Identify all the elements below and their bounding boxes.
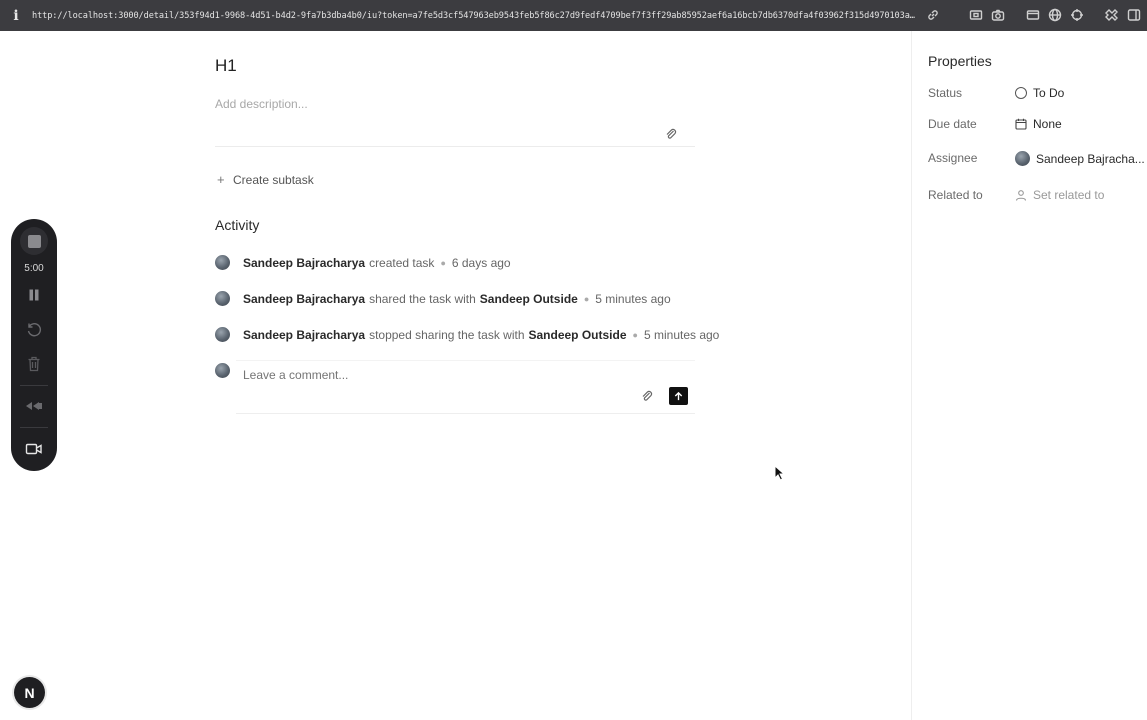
status-value: To Do	[1033, 86, 1065, 100]
arrow-up-icon	[674, 391, 683, 400]
app-badge[interactable]: N	[14, 677, 45, 708]
assignee-label: Assignee	[928, 151, 978, 165]
restart-icon	[27, 323, 42, 337]
properties-panel: Properties Status To Do Due date None As…	[911, 31, 1147, 720]
due-date-picker[interactable]: None	[1015, 117, 1062, 131]
activity-heading: Activity	[215, 217, 260, 233]
assignee-selector[interactable]: Sandeep Bajracha...	[1015, 151, 1145, 166]
assignee-value: Sandeep Bajracha...	[1036, 151, 1145, 166]
activity-actor: Sandeep Bajracharya	[243, 291, 366, 306]
activity-time: 5 minutes ago	[595, 291, 671, 306]
activity-item: Sandeep Bajracharya stopped sharing the …	[215, 327, 719, 342]
related-to-value: Set related to	[1033, 188, 1105, 202]
link-icon[interactable]	[926, 8, 940, 22]
calendar-icon	[1015, 118, 1027, 130]
effects-button[interactable]	[25, 400, 43, 412]
globe-icon[interactable]	[1048, 8, 1062, 22]
extensions-icon[interactable]	[1104, 8, 1118, 22]
activity-time: 6 days ago	[451, 255, 511, 270]
divider	[20, 427, 48, 428]
plus-icon: +	[217, 172, 225, 187]
avatar	[1015, 151, 1030, 166]
address-bar[interactable]: http://localhost:3000/detail/353f94d1-99…	[32, 11, 916, 21]
status-selector[interactable]: To Do	[1015, 86, 1064, 100]
screen-capture-icon[interactable]	[969, 8, 983, 22]
activity-target: Sandeep Outside	[528, 327, 627, 342]
avatar	[215, 255, 230, 270]
effects-icon	[26, 402, 42, 410]
browser-toolbar: i http://localhost:3000/detail/353f94d1-…	[0, 0, 1147, 31]
avatar	[215, 363, 230, 378]
pause-button[interactable]	[27, 288, 41, 302]
trash-icon	[28, 356, 40, 372]
create-subtask-button[interactable]: + Create subtask	[217, 172, 314, 187]
avatar	[215, 327, 230, 342]
activity-action: created task	[369, 255, 435, 270]
delete-button[interactable]	[27, 356, 41, 372]
activity-item: Sandeep Bajracharya shared the task with…	[215, 291, 671, 306]
stop-icon	[27, 234, 41, 248]
properties-heading: Properties	[928, 53, 992, 69]
info-icon[interactable]: i	[0, 0, 32, 31]
send-comment-button[interactable]	[669, 387, 688, 405]
pause-icon	[29, 289, 39, 301]
activity-target: Sandeep Outside	[479, 291, 578, 306]
status-circle-icon	[1015, 87, 1027, 99]
task-detail-main: H1 Add description... + Create subtask A…	[0, 31, 911, 720]
camera-toggle-button[interactable]	[25, 442, 43, 456]
person-icon	[1015, 189, 1027, 201]
activity-item: Sandeep Bajracharya created task ● 6 day…	[215, 255, 511, 270]
avatar	[215, 291, 230, 306]
mouse-cursor-icon	[774, 465, 786, 481]
restart-button[interactable]	[26, 322, 42, 338]
activity-time: 5 minutes ago	[643, 327, 720, 342]
video-camera-icon	[25, 443, 42, 455]
recording-timer: 5:00	[24, 263, 44, 274]
due-date-value: None	[1033, 117, 1062, 131]
description-field[interactable]: Add description...	[215, 97, 308, 111]
activity-action: stopped sharing the task with	[369, 327, 525, 342]
separator-dot: ●	[440, 257, 446, 268]
activity-action: shared the task with	[369, 291, 476, 306]
comment-box	[236, 360, 695, 414]
due-date-label: Due date	[928, 117, 977, 131]
sidebar-toggle-icon[interactable]	[1127, 8, 1141, 22]
crosshair-icon[interactable]	[1070, 8, 1084, 22]
divider	[215, 146, 695, 147]
related-to-selector[interactable]: Set related to	[1015, 188, 1104, 202]
related-to-label: Related to	[928, 188, 983, 202]
attachment-icon[interactable]	[664, 127, 678, 141]
separator-dot: ●	[583, 293, 590, 304]
divider	[20, 385, 48, 386]
separator-dot: ●	[632, 329, 638, 340]
status-label: Status	[928, 86, 963, 100]
window-icon[interactable]	[1026, 8, 1040, 22]
task-title[interactable]: H1	[215, 56, 237, 76]
camera-icon[interactable]	[991, 8, 1005, 22]
activity-actor: Sandeep Bajracharya	[243, 327, 366, 342]
screen-recorder-panel: 5:00	[11, 219, 57, 471]
create-subtask-label: Create subtask	[233, 172, 314, 187]
comment-input[interactable]	[243, 368, 623, 382]
attachment-icon[interactable]	[640, 389, 654, 403]
stop-recording-button[interactable]	[20, 227, 48, 255]
activity-actor: Sandeep Bajracharya	[243, 255, 366, 270]
